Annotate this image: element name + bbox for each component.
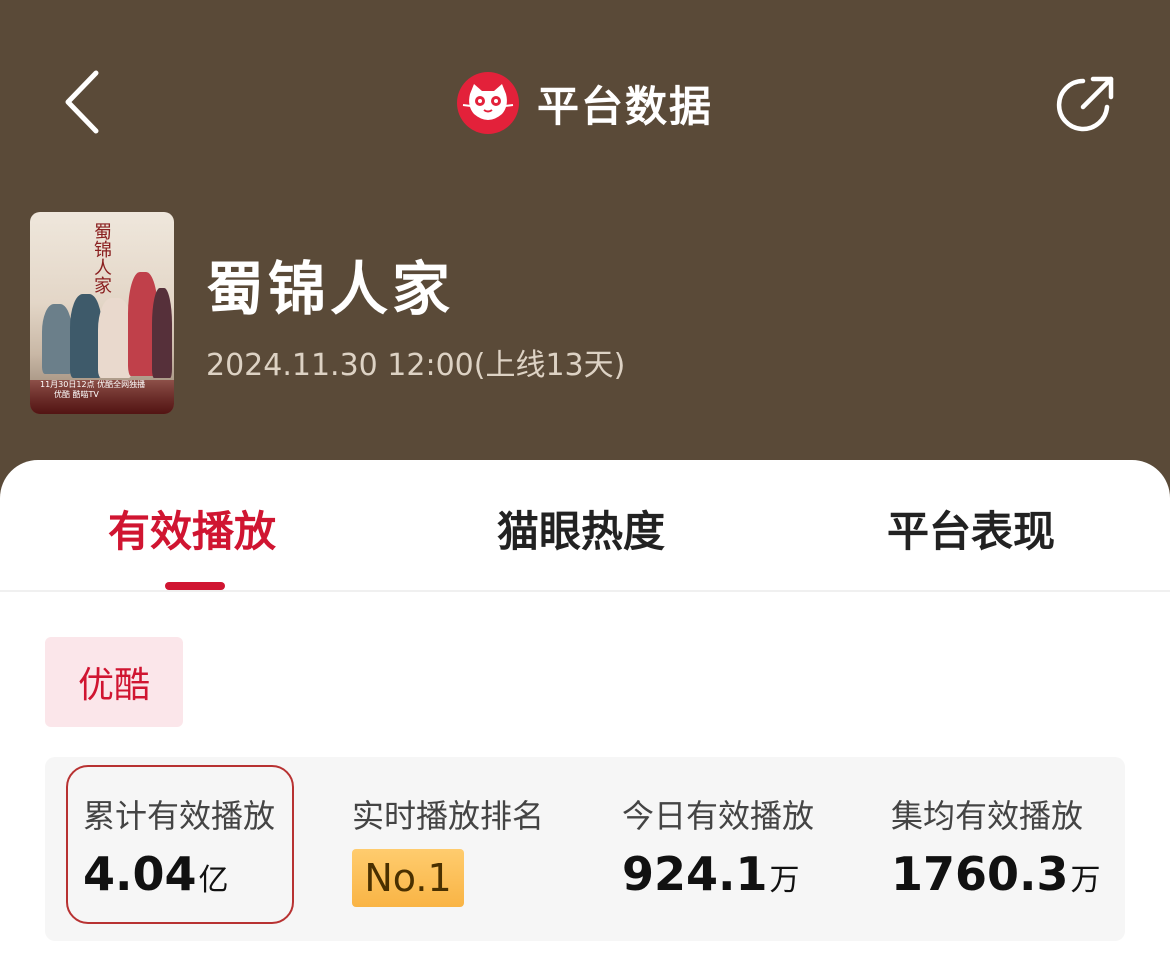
- maoyan-cat-logo-icon: [456, 72, 519, 134]
- stat-label: 今日有效播放: [622, 797, 815, 835]
- stat-label: 集均有效播放: [891, 797, 1084, 835]
- platform-data-page: 平台数据 蜀锦人家 11月30日12点 优酷全网独播 优酷 酷喵TV 蜀锦人家 …: [0, 0, 1170, 966]
- stat-value: 4.04亿: [83, 847, 229, 901]
- page-title: 平台数据: [536, 81, 713, 131]
- tab-bar: 有效播放 猫眼热度 平台表现: [0, 460, 1170, 592]
- rank-badge: No.1: [352, 849, 464, 907]
- tab-maoyan-heat[interactable]: 猫眼热度: [497, 498, 665, 558]
- stat-unit: 万: [769, 863, 800, 898]
- stats-panel: 累计有效播放 4.04亿 实时播放排名 No.1 今日有效播放 924.1万 集…: [45, 757, 1125, 941]
- platform-chip-youku[interactable]: 优酷: [45, 637, 183, 727]
- stat-unit: 亿: [198, 863, 229, 898]
- stat-value: 924.1万: [622, 847, 800, 901]
- stat-unit: 万: [1070, 863, 1101, 898]
- stat-label: 实时播放排名: [352, 797, 545, 835]
- show-poster[interactable]: 蜀锦人家 11月30日12点 优酷全网独播 优酷 酷喵TV: [30, 212, 174, 414]
- share-icon: [1056, 76, 1114, 132]
- poster-figure: [42, 304, 72, 374]
- show-title: 蜀锦人家: [206, 255, 455, 323]
- poster-caption: 11月30日12点 优酷全网独播 优酷 酷喵TV: [40, 380, 146, 399]
- tab-effective-plays[interactable]: 有效播放: [108, 498, 276, 558]
- title-group: 平台数据: [0, 68, 1170, 138]
- share-button[interactable]: [1050, 68, 1122, 140]
- stat-value: 1760.3万: [891, 847, 1101, 901]
- stat-label: 累计有效播放: [83, 797, 276, 835]
- poster-figure: [98, 298, 132, 378]
- top-bar: 平台数据: [0, 0, 1170, 200]
- active-tab-indicator: [165, 582, 225, 590]
- poster-figure: [152, 288, 172, 378]
- data-card: 有效播放 猫眼热度 平台表现 优酷 累计有效播放 4.04亿 实时播放排名 No…: [0, 460, 1170, 966]
- show-release-date: 2024.11.30 12:00(上线13天): [206, 348, 626, 383]
- tab-platform-performance[interactable]: 平台表现: [887, 498, 1055, 558]
- poster-title: 蜀锦人家: [91, 222, 112, 294]
